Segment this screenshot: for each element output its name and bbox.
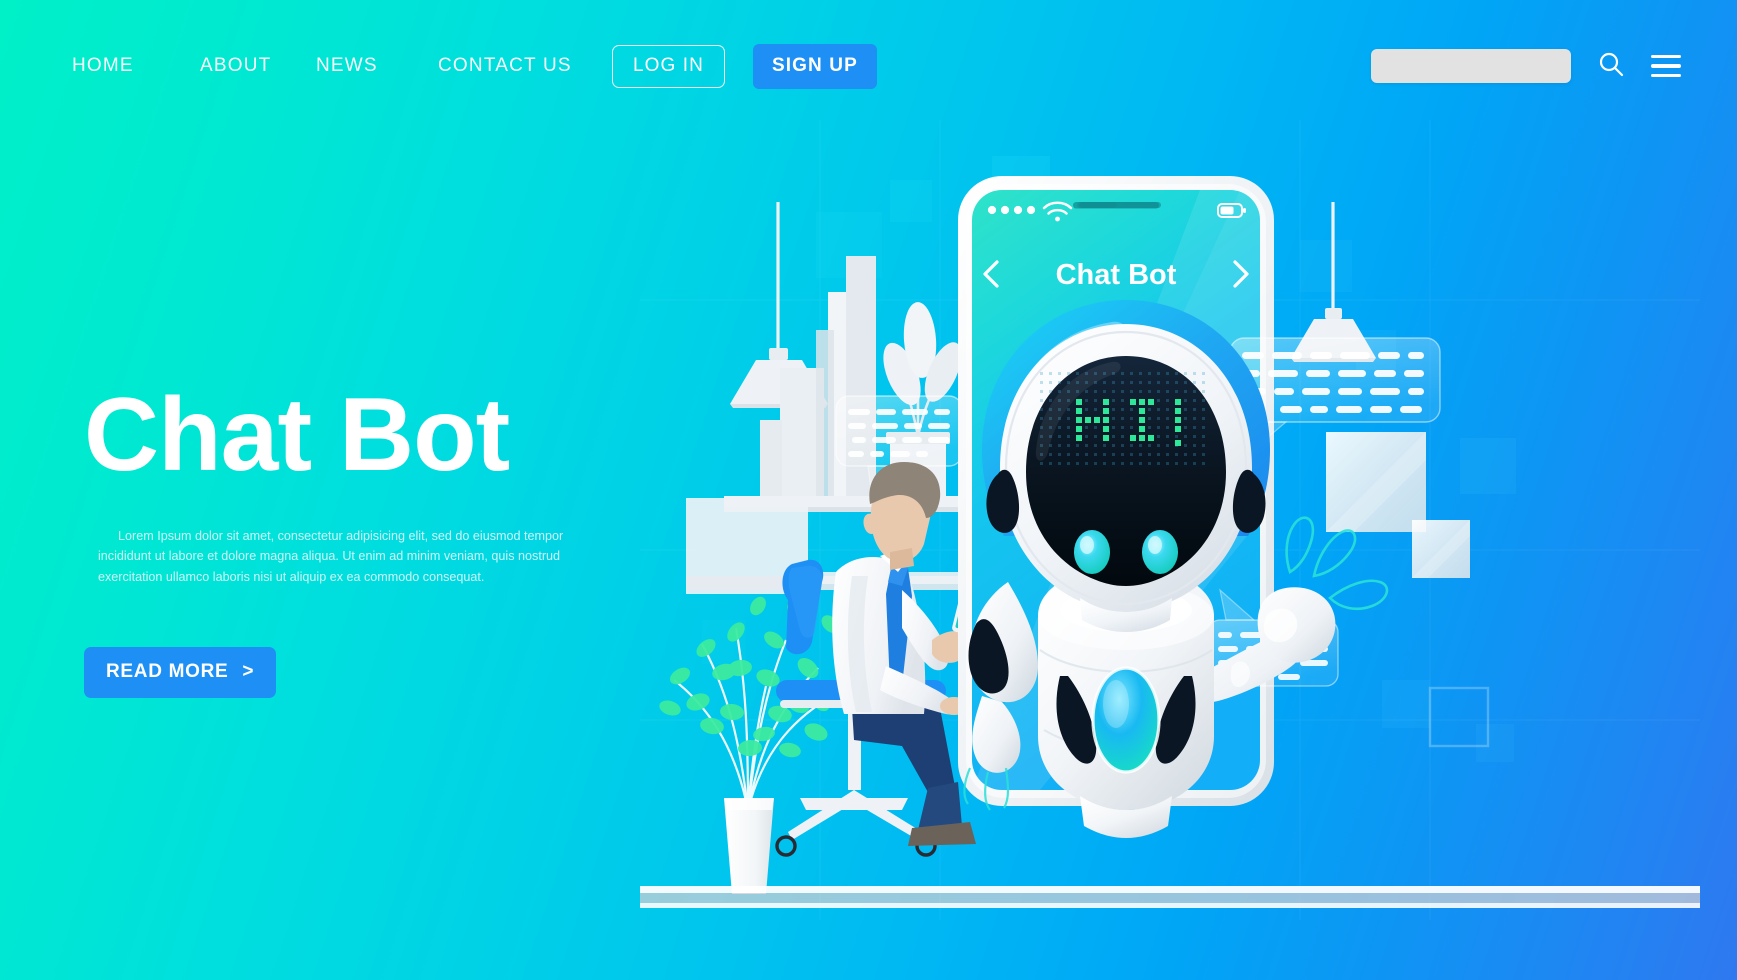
nav-right-group <box>1371 49 1681 83</box>
hero-illustration: Chat Bot <box>640 120 1700 920</box>
robot-hand-waving <box>1257 587 1336 663</box>
login-button[interactable]: LOG IN <box>612 44 726 88</box>
nav-link-about[interactable]: ABOUT <box>200 55 316 77</box>
person-shoe <box>908 822 976 846</box>
hamburger-bar-2 <box>1651 64 1681 68</box>
top-navigation-bar: HOME ABOUT NEWS CONTACT US LOG IN SIGN U… <box>0 0 1737 132</box>
hamburger-bar-3 <box>1651 73 1681 78</box>
floating-card-large <box>1326 432 1426 532</box>
nav-link-home[interactable]: HOME <box>72 55 200 77</box>
hero-paragraph: Lorem Ipsum dolor sit amet, consectetur … <box>98 529 564 584</box>
chevron-right-icon: > <box>242 661 255 683</box>
floating-card-small <box>1412 520 1470 578</box>
nav-links-group: HOME ABOUT NEWS CONTACT US LOG IN SIGN U… <box>72 43 877 89</box>
hamburger-bar-1 <box>1651 54 1681 59</box>
nav-link-news[interactable]: NEWS <box>316 55 438 77</box>
landing-page-root: HOME ABOUT NEWS CONTACT US LOG IN SIGN U… <box>0 0 1737 980</box>
phone-app-title: Chat Bot <box>1056 259 1177 291</box>
plant-pot <box>724 798 774 894</box>
robot-eye-left <box>1074 530 1110 574</box>
search-icon[interactable] <box>1597 50 1625 83</box>
search-input[interactable] <box>1371 49 1571 83</box>
page-title: Chat Bot <box>84 377 510 493</box>
read-more-button[interactable]: READ MORE > <box>84 647 277 699</box>
phone-earpiece <box>1073 202 1159 209</box>
read-more-label: READ MORE <box>106 661 229 683</box>
hamburger-menu-icon[interactable] <box>1651 54 1681 78</box>
robot-eye-right <box>1142 530 1178 574</box>
nav-link-contact-us[interactable]: CONTACT US <box>438 55 590 77</box>
signup-button[interactable]: SIGN UP <box>753 43 877 89</box>
hero-section: Chat Bot Lorem Ipsum dolor sit amet, con… <box>84 377 614 699</box>
floor-line <box>640 886 1700 908</box>
